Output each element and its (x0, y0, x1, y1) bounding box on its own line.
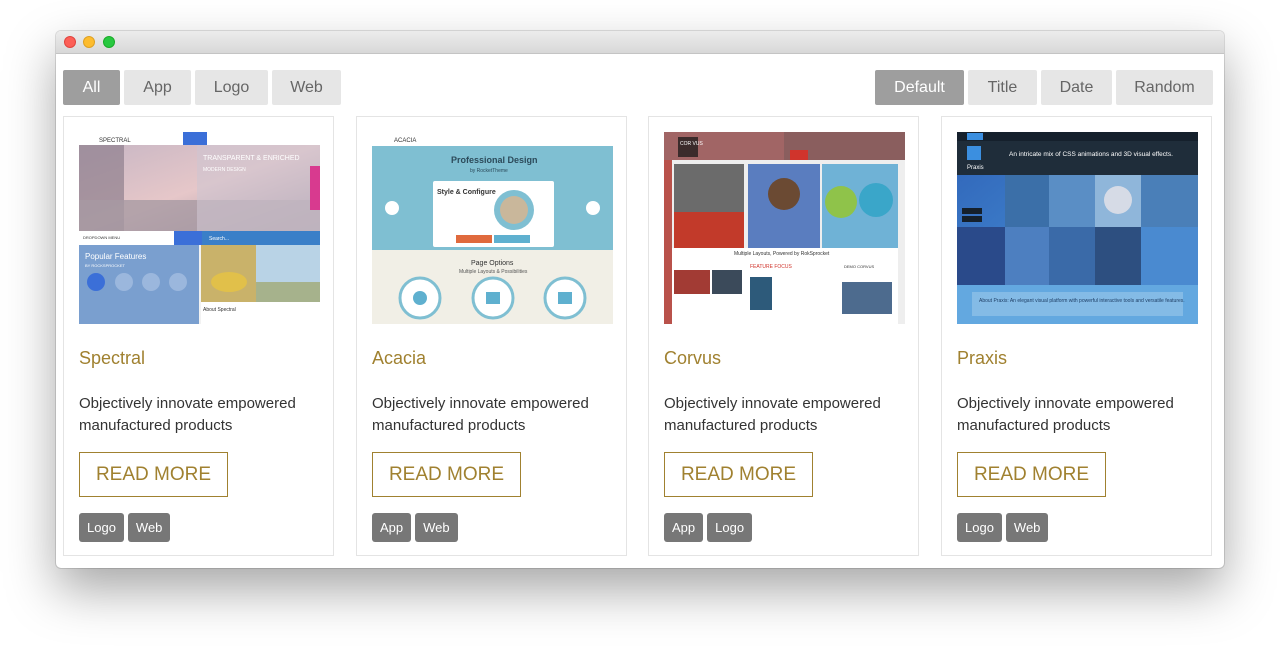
spectral-thumb-hero-sub: MODERN DESIGN (203, 167, 246, 173)
tag-badge[interactable]: Web (127, 513, 171, 542)
spectral-thumb-brand: SPECTRAL (99, 138, 131, 144)
corvus-thumb-demo: DEMO CORVUS (844, 264, 874, 269)
acacia-thumb-heading: Professional Design (451, 155, 538, 165)
sort-title-button[interactable]: Title (968, 70, 1037, 105)
spectral-thumb-features: Popular Features (85, 252, 146, 261)
corvus-thumb-tagline: Multiple Layouts, Powered by RokSprocket (734, 251, 830, 257)
card-description: Objectively innovate empowered manufactu… (372, 395, 589, 434)
window-titlebar (56, 31, 1224, 54)
acacia-thumbnail-image: ACACIA Professional Design by RocketThem… (372, 132, 613, 324)
acacia-thumb-page-options-sub: Multiple Layouts & Possibilities (459, 269, 528, 275)
tag-badge[interactable]: Web (415, 513, 458, 542)
praxis-thumbnail[interactable]: Praxis An intricate mix of CSS animation… (957, 132, 1198, 324)
portfolio-card-praxis: Praxis An intricate mix of CSS animation… (941, 116, 1212, 556)
acacia-thumb-panel-title: Style & Configure (437, 189, 496, 196)
card-description: Objectively innovate empowered manufactu… (664, 395, 881, 434)
spectral-thumb-search: Search... (209, 236, 229, 242)
portfolio-card-corvus: COR VUS Multiple Layouts, Powered by Rok… (648, 116, 919, 556)
tag-badge[interactable]: Web (1005, 513, 1049, 542)
corvus-thumbnail-image: COR VUS Multiple Layouts, Powered by Rok… (664, 132, 905, 324)
card-description: Objectively innovate empowered manufactu… (957, 395, 1174, 434)
spectral-thumbnail-image: SPECTRAL TRANSPARENT & ENRICHED MODERN D… (79, 132, 320, 324)
zoom-window-icon[interactable] (103, 36, 115, 48)
read-more-button[interactable]: READ MORE (957, 452, 1106, 497)
filter-app-button[interactable]: App (124, 70, 191, 105)
corvus-thumb-brand: COR VUS (680, 141, 703, 147)
praxis-thumb-brand: Praxis (967, 165, 984, 171)
filter-all-button[interactable]: All (63, 70, 120, 105)
spectral-thumb-about: About Spectral (203, 307, 236, 313)
close-window-icon[interactable] (64, 36, 76, 48)
read-more-button[interactable]: READ MORE (79, 452, 228, 497)
corvus-thumb-feature: FEATURE FOCUS (750, 264, 793, 270)
tag-badge[interactable]: Logo (957, 513, 1002, 542)
acacia-thumbnail[interactable]: ACACIA Professional Design by RocketThem… (372, 132, 613, 324)
card-title[interactable]: Acacia (372, 348, 426, 369)
read-more-button[interactable]: READ MORE (664, 452, 813, 497)
sort-bar: Default Title Date Random (875, 70, 1213, 105)
portfolio-card-spectral: SPECTRAL TRANSPARENT & ENRICHED MODERN D… (63, 116, 334, 556)
card-title[interactable]: Corvus (664, 348, 721, 369)
sort-default-button[interactable]: Default (875, 70, 964, 105)
tag-badge[interactable]: Logo (707, 513, 753, 542)
read-more-button[interactable]: READ MORE (372, 452, 521, 497)
card-tags: App Logo (664, 513, 753, 542)
sort-date-button[interactable]: Date (1041, 70, 1112, 105)
minimize-window-icon[interactable] (83, 36, 95, 48)
filter-web-button[interactable]: Web (272, 70, 341, 105)
praxis-thumb-about: About Praxis: An elegant visual platform… (979, 298, 1185, 304)
praxis-thumb-heading: An intricate mix of CSS animations and 3… (1009, 151, 1173, 158)
card-tags: Logo Web (957, 513, 1049, 542)
acacia-thumb-heading-sub: by RocketTheme (470, 168, 508, 174)
spectral-thumb-menu: DROPDOWN MENU (83, 235, 120, 240)
card-tags: Logo Web (79, 513, 171, 542)
filter-bar: All App Logo Web (63, 70, 341, 105)
browser-window: All App Logo Web Default Title Date Rand… (56, 31, 1224, 568)
card-title[interactable]: Spectral (79, 348, 145, 369)
acacia-thumb-brand: ACACIA (394, 138, 416, 144)
corvus-thumbnail[interactable]: COR VUS Multiple Layouts, Powered by Rok… (664, 132, 905, 324)
card-tags: App Web (372, 513, 458, 542)
portfolio-card-acacia: ACACIA Professional Design by RocketThem… (356, 116, 627, 556)
sort-random-button[interactable]: Random (1116, 70, 1213, 105)
card-title[interactable]: Praxis (957, 348, 1007, 369)
spectral-thumbnail[interactable]: SPECTRAL TRANSPARENT & ENRICHED MODERN D… (79, 132, 320, 324)
acacia-thumb-page-options: Page Options (471, 260, 514, 267)
tag-badge[interactable]: App (664, 513, 704, 542)
tag-badge[interactable]: App (372, 513, 412, 542)
filter-logo-button[interactable]: Logo (195, 70, 268, 105)
spectral-thumb-hero-heading: TRANSPARENT & ENRICHED (203, 155, 300, 162)
praxis-thumbnail-image: Praxis An intricate mix of CSS animation… (957, 132, 1198, 324)
tag-badge[interactable]: Logo (79, 513, 124, 542)
card-description: Objectively innovate empowered manufactu… (79, 395, 296, 434)
spectral-thumb-features-by: BY ROCKSPROCKET (85, 263, 125, 268)
